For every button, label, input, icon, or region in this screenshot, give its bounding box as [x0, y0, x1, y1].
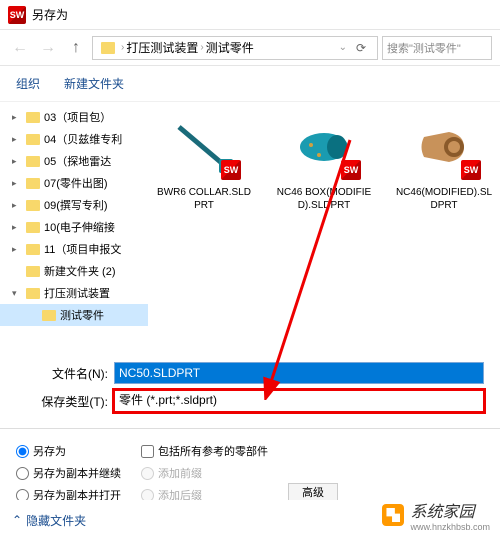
tree-label: 测试零件 — [60, 307, 104, 323]
caret-icon: ▸ — [12, 200, 22, 211]
filetype-dropdown[interactable]: 零件 (*.prt;*.sldprt) — [114, 390, 484, 412]
folder-icon — [26, 222, 40, 233]
watermark-logo-icon — [382, 504, 404, 526]
path-segment[interactable]: 打压测试装置 — [126, 39, 198, 56]
file-thumbnail: SW — [159, 112, 249, 182]
chevron-right-icon: › — [121, 42, 124, 53]
filename-label: 文件名(N): — [40, 365, 114, 382]
tree-label: 打压测试装置 — [44, 285, 110, 301]
nav-forward-icon: → — [36, 36, 60, 60]
caret-icon: ▸ — [12, 178, 22, 189]
sw-badge-icon: SW — [461, 160, 481, 180]
file-name: BWR6 COLLAR.SLDPRT — [154, 186, 254, 212]
tree-label: 09(撰写专利) — [44, 197, 108, 213]
tree-item[interactable]: ▸ 09(撰写专利) — [0, 194, 148, 216]
chevron-down-icon[interactable]: ⌄ — [339, 42, 347, 53]
tree-item[interactable]: ▸ 11（项目申报文 — [0, 238, 148, 260]
search-input[interactable]: 搜索"测试零件" — [382, 36, 492, 60]
tree-label: 03（项目包） — [44, 109, 111, 125]
tree-label: 05（探地雷达 — [44, 153, 111, 169]
chevron-right-icon: › — [200, 42, 203, 53]
file-thumbnail: SW — [399, 112, 489, 182]
chevron-up-icon: ⌃ — [12, 513, 22, 527]
folder-icon — [101, 42, 115, 54]
nav-up-icon[interactable]: ↑ — [64, 36, 88, 60]
filename-input[interactable] — [114, 362, 484, 384]
file-name: NC46(MODIFIED).SLDPRT — [394, 186, 494, 212]
tree-item[interactable]: ▸ 05（探地雷达 — [0, 150, 148, 172]
tree-item[interactable]: ▸ 10(电子伸缩接 — [0, 216, 148, 238]
watermark-url: www.hnzkhbsb.com — [410, 522, 490, 532]
caret-icon: ▸ — [12, 222, 22, 233]
search-placeholder: 搜索"测试零件" — [387, 40, 461, 56]
watermark-text: 系统家园 — [410, 498, 490, 522]
caret-icon: ▸ — [12, 156, 22, 167]
file-item[interactable]: SW NC46(MODIFIED).SLDPRT — [394, 112, 494, 212]
caret-icon: ▾ — [12, 288, 22, 299]
tree-item[interactable]: 测试零件 — [0, 304, 148, 326]
file-item[interactable]: SW BWR6 COLLAR.SLDPRT — [154, 112, 254, 212]
tree-item[interactable]: ▸ 04（贝兹维专利 — [0, 128, 148, 150]
app-logo: SW — [8, 6, 26, 24]
nav-back-icon[interactable]: ← — [8, 36, 32, 60]
folder-icon — [26, 244, 40, 255]
folder-icon — [26, 178, 40, 189]
breadcrumb[interactable]: › 打压测试装置 › 测试零件 ⌄ ⟳ — [92, 36, 378, 60]
tree-item[interactable]: ▾ 打压测试装置 — [0, 282, 148, 304]
radio-add-prefix: 添加前缀 — [141, 465, 268, 481]
window-title: 另存为 — [32, 6, 68, 23]
folder-icon — [26, 288, 40, 299]
refresh-icon[interactable]: ⟳ — [349, 36, 373, 60]
radio-save-as[interactable]: 另存为 — [16, 443, 121, 459]
file-thumbnail: SW — [279, 112, 369, 182]
caret-icon: ▸ — [12, 134, 22, 145]
hide-folders-button[interactable]: ⌃ 隐藏文件夹 — [12, 512, 86, 529]
file-grid: SW BWR6 COLLAR.SLDPRT SW NC46 BOX(MODIFIED)… — [148, 102, 500, 354]
tree-label: 04（贝兹维专利 — [44, 131, 122, 147]
tree-item[interactable]: ▸ 03（项目包） — [0, 106, 148, 128]
tree-label: 新建文件夹 (2) — [44, 263, 116, 279]
file-name: NC46 BOX(MODIFIED).SLDPRT — [274, 186, 374, 212]
tree-item[interactable]: ▸ 07(零件出图) — [0, 172, 148, 194]
folder-icon — [26, 200, 40, 211]
caret-icon: ▸ — [12, 244, 22, 255]
tree-label: 11（项目申报文 — [44, 241, 121, 257]
folder-icon — [26, 134, 40, 145]
checkbox-include-refs[interactable]: 包括所有参考的零部件 — [141, 443, 268, 459]
folder-icon — [26, 156, 40, 167]
tree-item[interactable]: 新建文件夹 (2) — [0, 260, 148, 282]
folder-icon — [26, 266, 40, 277]
caret-icon: ▸ — [12, 112, 22, 123]
sw-badge-icon: SW — [221, 160, 241, 180]
file-item[interactable]: SW NC46 BOX(MODIFIED).SLDPRT — [274, 112, 374, 212]
path-segment[interactable]: 测试零件 — [206, 39, 254, 56]
filetype-label: 保存类型(T): — [40, 393, 114, 410]
sw-badge-icon: SW — [341, 160, 361, 180]
folder-icon — [42, 310, 56, 321]
tree-label: 07(零件出图) — [44, 175, 108, 191]
radio-save-copy-continue[interactable]: 另存为副本并继续 — [16, 465, 121, 481]
organize-button[interactable]: 组织 — [16, 75, 40, 92]
folder-tree: ▸ 03（项目包） ▸ 04（贝兹维专利 ▸ 05（探地雷达 ▸ 07(零件出图) ▸ 09(撰写… — [0, 102, 148, 354]
tree-label: 10(电子伸缩接 — [44, 219, 115, 235]
new-folder-button[interactable]: 新建文件夹 — [64, 75, 124, 92]
folder-icon — [26, 112, 40, 123]
watermark: 系统家园 www.hnzkhbsb.com — [382, 498, 490, 532]
